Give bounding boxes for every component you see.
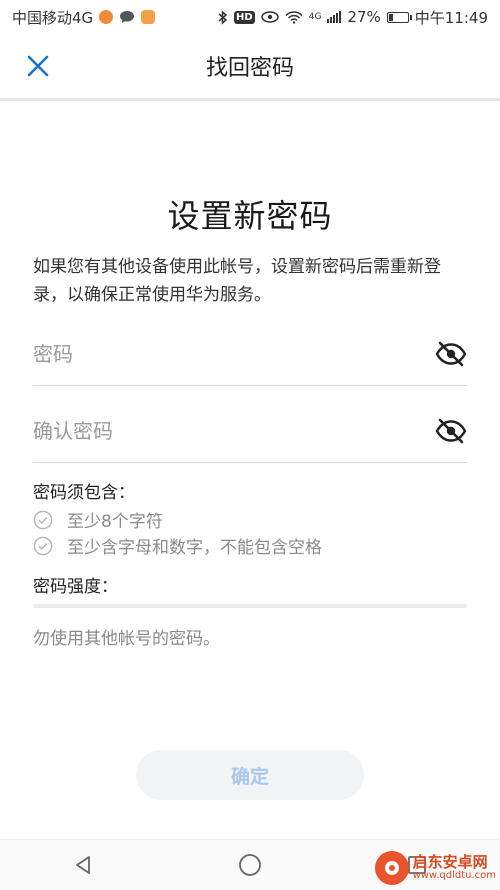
app-bar: 找回密码 — [0, 34, 500, 98]
requirement-text: 至少含字母和数字，不能包含空格 — [67, 538, 322, 558]
circle-home-icon — [239, 854, 261, 876]
requirement-text: 至少8个字符 — [67, 512, 163, 532]
confirm-button[interactable]: 确定 — [136, 750, 364, 800]
strength-label: 密码强度： — [33, 577, 118, 597]
chat-app-icon — [141, 10, 156, 24]
message-bubble-icon — [120, 11, 135, 23]
password-tip: 勿使用其他帐号的密码。 — [33, 629, 220, 649]
clock: 中午11:49 — [414, 8, 488, 27]
check-circle-icon — [33, 510, 53, 529]
status-bar-left: 中国移动4G — [12, 7, 156, 28]
password-field — [33, 323, 467, 386]
confirm-visibility-toggle-icon[interactable] — [435, 417, 467, 445]
password-visibility-toggle-icon[interactable] — [435, 340, 467, 368]
bluetooth-icon — [218, 9, 228, 25]
strength-meter — [33, 604, 467, 608]
notification-orange-icon — [99, 10, 114, 24]
battery-level-fill — [388, 13, 394, 21]
triangle-back-icon — [76, 856, 91, 874]
network-type-label: 4G — [308, 12, 322, 22]
main-content: 设置新密码 如果您有其他设备使用此帐号，设置新密码后需重新登录，以确保正常使用华… — [33, 101, 467, 309]
hd-badge-icon: HD — [234, 10, 255, 24]
battery-percent: 27% — [347, 8, 381, 26]
status-bar: 中国移动4G HD 4G 27% 中午11:49 — [0, 0, 500, 34]
requirement-item: 至少含字母和数字，不能包含空格 — [33, 533, 322, 558]
close-icon[interactable] — [24, 52, 52, 80]
watermark-name: 启东安卓网 — [412, 852, 488, 871]
requirements-title: 密码须包含： — [33, 483, 135, 503]
carrier-label: 中国移动4G — [12, 8, 94, 27]
status-bar-right: HD 4G 27% 中午11:49 — [218, 7, 488, 28]
battery-icon — [386, 11, 412, 23]
watermark-text: 启东安卓网 www.qdldtu.com — [412, 852, 496, 881]
watermark-url: www.qdldtu.com — [412, 869, 496, 881]
check-circle-icon — [33, 536, 53, 555]
nav-home-button[interactable] — [235, 850, 265, 880]
nav-back-button[interactable] — [68, 850, 98, 880]
watermark-logo-icon — [374, 851, 409, 885]
requirement-item: 至少8个字符 — [33, 507, 163, 532]
password-input[interactable] — [33, 342, 413, 366]
confirm-password-input[interactable] — [33, 419, 413, 443]
description-text: 如果您有其他设备使用此帐号，设置新密码后需重新登录，以确保正常使用华为服务。 — [33, 257, 441, 305]
confirm-password-field — [33, 400, 467, 463]
wifi-icon — [285, 10, 303, 24]
signal-strength-icon — [327, 11, 342, 23]
page-title: 找回密码 — [205, 56, 294, 81]
eye-comfort-icon — [260, 11, 279, 23]
site-watermark: 启东安卓网 www.qdldtu.com — [374, 851, 496, 885]
section-heading: 设置新密码 — [167, 197, 333, 235]
